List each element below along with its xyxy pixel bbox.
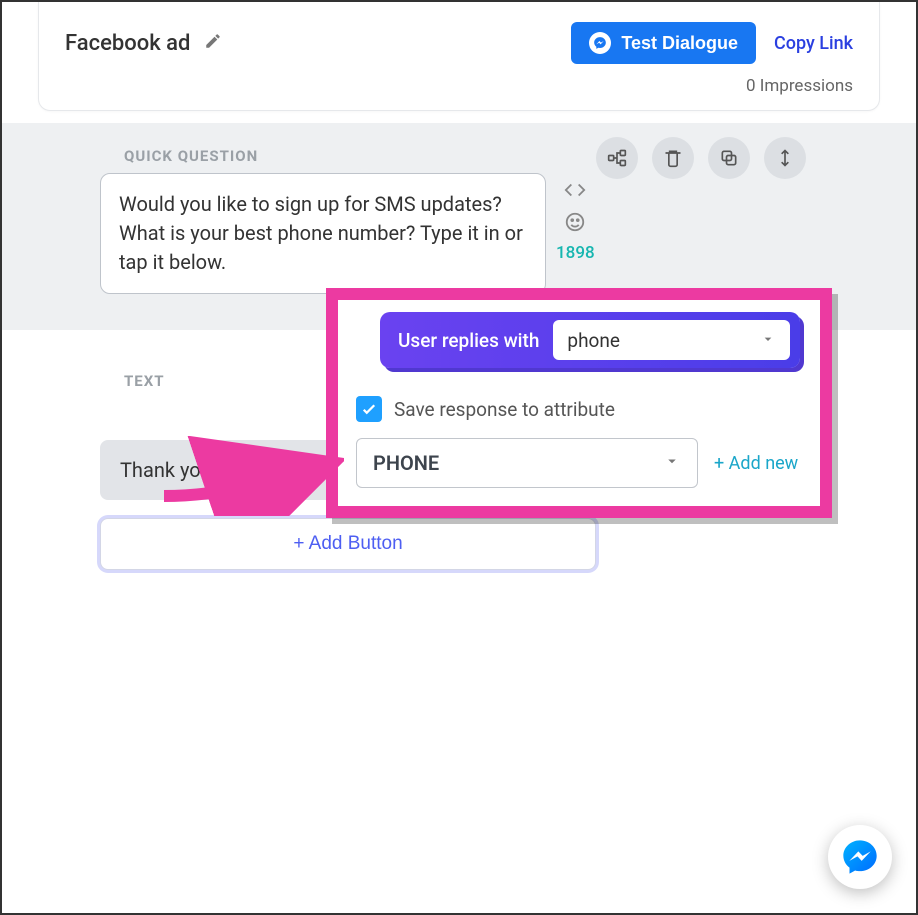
attribute-select[interactable]: PHONE bbox=[356, 438, 698, 488]
test-dialogue-button[interactable]: Test Dialogue bbox=[571, 22, 756, 64]
chevron-down-icon bbox=[760, 329, 776, 352]
header-actions: Test Dialogue Copy Link bbox=[571, 22, 853, 64]
add-button-button[interactable]: + Add Button bbox=[100, 518, 596, 570]
edit-icon[interactable] bbox=[204, 32, 222, 54]
test-dialogue-label: Test Dialogue bbox=[621, 33, 738, 54]
impressions-count: 0 Impressions bbox=[65, 76, 853, 96]
question-text-wrap: Would you like to sign up for SMS update… bbox=[100, 173, 916, 294]
code-icon[interactable] bbox=[564, 179, 586, 205]
annotation-arrow-icon bbox=[154, 436, 344, 516]
messenger-icon bbox=[840, 837, 880, 877]
save-attribute-label: Save response to attribute bbox=[394, 398, 615, 421]
save-attribute-row: Save response to attribute bbox=[356, 396, 615, 422]
save-attribute-checkbox[interactable] bbox=[356, 396, 382, 422]
messenger-icon bbox=[589, 32, 611, 54]
copy-link-button[interactable]: Copy Link bbox=[774, 33, 853, 54]
ad-header-card: Facebook ad Test Dialogue Copy Link 0 Im… bbox=[38, 2, 880, 111]
messenger-fab[interactable] bbox=[828, 825, 892, 889]
quick-question-actions bbox=[596, 137, 806, 179]
add-new-attribute-button[interactable]: + Add new bbox=[714, 453, 798, 474]
attribute-select-row: PHONE + Add new bbox=[356, 438, 798, 488]
move-icon[interactable] bbox=[764, 137, 806, 179]
text-side-icons: 1898 bbox=[556, 179, 595, 263]
reply-type-select[interactable]: phone bbox=[553, 320, 790, 360]
flow-icon[interactable] bbox=[596, 137, 638, 179]
chevron-down-icon bbox=[663, 451, 681, 475]
character-count: 1898 bbox=[556, 243, 595, 263]
highlight-annotation-box: User replies with phone Save response to… bbox=[326, 288, 832, 518]
delete-icon[interactable] bbox=[652, 137, 694, 179]
attribute-value: PHONE bbox=[373, 451, 439, 475]
ad-title-group: Facebook ad bbox=[65, 31, 222, 56]
emoji-icon[interactable] bbox=[564, 211, 586, 237]
reply-type-value: phone bbox=[567, 329, 620, 352]
user-replies-pill: User replies with phone bbox=[380, 312, 800, 368]
question-text-input[interactable]: Would you like to sign up for SMS update… bbox=[100, 173, 546, 294]
user-replies-label: User replies with bbox=[398, 329, 539, 352]
ad-title: Facebook ad bbox=[65, 31, 190, 56]
copy-icon[interactable] bbox=[708, 137, 750, 179]
header-row: Facebook ad Test Dialogue Copy Link bbox=[65, 22, 853, 64]
